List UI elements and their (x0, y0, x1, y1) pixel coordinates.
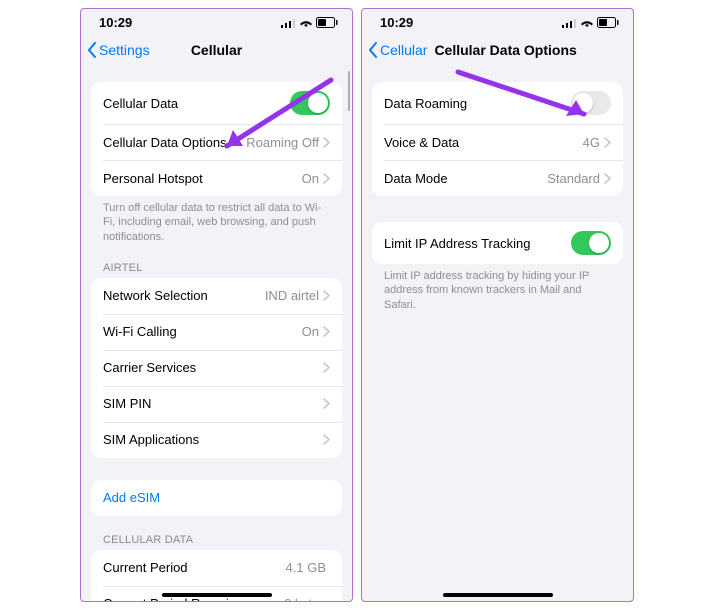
row-label: Voice & Data (384, 135, 583, 150)
row-label: Limit IP Address Tracking (384, 236, 571, 251)
voice-data-row[interactable]: Voice & Data 4G (372, 124, 623, 160)
wifi-icon (299, 18, 313, 28)
group-header-cellulardata: CELLULAR DATA (91, 516, 342, 550)
row-detail: 0 bytes (284, 596, 326, 602)
chevron-right-icon (323, 326, 330, 337)
battery-icon (597, 17, 619, 28)
row-detail: Standard (547, 171, 600, 186)
chevron-right-icon (323, 290, 330, 301)
status-icons (562, 17, 619, 28)
group-footer: Turn off cellular data to restrict all d… (91, 196, 342, 244)
row-detail: On (302, 171, 319, 186)
add-esim-row[interactable]: Add eSIM (91, 480, 342, 516)
chevron-right-icon (604, 173, 611, 184)
status-time: 10:29 (99, 15, 132, 30)
status-time: 10:29 (380, 15, 413, 30)
signal-icon (281, 18, 296, 28)
row-label: Current Period (103, 560, 286, 575)
chevron-right-icon (323, 137, 330, 148)
row-label: Carrier Services (103, 360, 323, 375)
limit-ip-toggle[interactable] (571, 231, 611, 255)
sim-pin-row[interactable]: SIM PIN (91, 386, 342, 422)
cellular-data-toggle[interactable] (290, 91, 330, 115)
back-label: Settings (99, 42, 150, 58)
content: Data Roaming Voice & Data 4G Data Mode S… (362, 82, 633, 312)
cellular-data-row[interactable]: Cellular Data (91, 82, 342, 124)
carrier-services-row[interactable]: Carrier Services (91, 350, 342, 386)
limit-ip-row[interactable]: Limit IP Address Tracking (372, 222, 623, 264)
home-indicator (162, 593, 272, 597)
row-detail: Roaming Off (246, 135, 319, 150)
wifi-calling-row[interactable]: Wi-Fi Calling On (91, 314, 342, 350)
sim-applications-row[interactable]: SIM Applications (91, 422, 342, 458)
chevron-right-icon (323, 398, 330, 409)
scroll-indicator (348, 71, 350, 111)
signal-icon (562, 18, 577, 28)
group-footer: Limit IP address tracking by hiding your… (372, 264, 623, 312)
row-label: Add eSIM (103, 490, 160, 505)
page-title: Cellular Data Options (416, 42, 596, 58)
row-detail: IND airtel (265, 288, 319, 303)
cellular-data-options-row[interactable]: Cellular Data Options Roaming Off (91, 124, 342, 160)
row-detail: On (302, 324, 319, 339)
data-mode-row[interactable]: Data Mode Standard (372, 160, 623, 196)
chevron-left-icon (87, 42, 97, 58)
row-label: Network Selection (103, 288, 265, 303)
row-detail: 4.1 GB (286, 560, 326, 575)
cellular-screen: 10:29 Settings Cellular Cellular Data Ce… (80, 8, 353, 602)
row-label: Data Mode (384, 171, 547, 186)
chevron-right-icon (323, 173, 330, 184)
row-label: Cellular Data (103, 96, 290, 111)
cellular-data-options-screen: 10:29 Cellular Cellular Data Options Dat… (361, 8, 634, 602)
page-title: Cellular (191, 42, 242, 58)
battery-icon (316, 17, 338, 28)
row-label: Cellular Data Options (103, 135, 246, 150)
chevron-right-icon (604, 137, 611, 148)
row-label: Personal Hotspot (103, 171, 302, 186)
status-bar: 10:29 (362, 9, 633, 32)
home-indicator (443, 593, 553, 597)
personal-hotspot-row[interactable]: Personal Hotspot On (91, 160, 342, 196)
back-button[interactable]: Settings (87, 42, 150, 58)
status-icons (281, 17, 338, 28)
status-bar: 10:29 (81, 9, 352, 32)
row-label: SIM PIN (103, 396, 323, 411)
network-selection-row[interactable]: Network Selection IND airtel (91, 278, 342, 314)
row-label: SIM Applications (103, 432, 323, 447)
row-detail: 4G (583, 135, 600, 150)
group-header-airtel: AIRTEL (91, 244, 342, 278)
chevron-right-icon (323, 434, 330, 445)
row-label: Current Period Roaming (103, 596, 284, 602)
row-label: Wi-Fi Calling (103, 324, 302, 339)
chevron-right-icon (323, 362, 330, 373)
data-roaming-row[interactable]: Data Roaming (372, 82, 623, 124)
data-roaming-toggle[interactable] (571, 91, 611, 115)
row-label: Data Roaming (384, 96, 571, 111)
wifi-icon (580, 18, 594, 28)
chevron-left-icon (368, 42, 378, 58)
content: Cellular Data Cellular Data Options Roam… (81, 82, 352, 602)
nav-bar: Cellular Cellular Data Options (362, 32, 633, 68)
nav-bar: Settings Cellular (81, 32, 352, 68)
current-period-row[interactable]: Current Period 4.1 GB (91, 550, 342, 586)
